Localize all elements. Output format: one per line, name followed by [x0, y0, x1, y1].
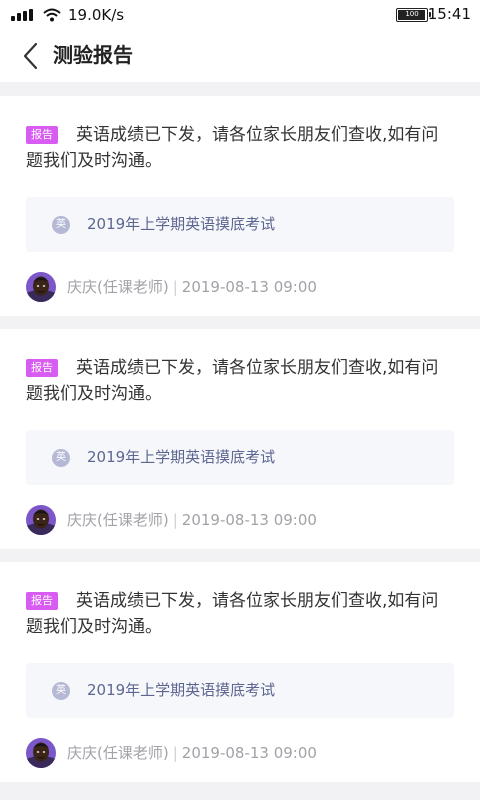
teacher-name: 庆庆(任课老师) [67, 511, 169, 529]
report-feed: 报告 英语成绩已下发，请各位家长朋友们查收,如有问题我们及时沟通。 英 2019年… [0, 96, 480, 795]
post-datetime: 2019-08-13 09:00 [181, 511, 317, 529]
teacher-name: 庆庆(任课老师) [67, 744, 169, 762]
teacher-avatar[interactable] [26, 272, 56, 302]
teacher-name: 庆庆(任课老师) [67, 278, 169, 296]
navigation-bar: 测验报告 [0, 30, 480, 82]
exam-title: 2019年上学期英语摸底考试 [87, 681, 276, 699]
subject-badge: 英 [52, 682, 70, 700]
post-datetime: 2019-08-13 09:00 [181, 278, 317, 296]
report-tag: 报告 [26, 359, 58, 377]
exam-link[interactable]: 英 2019年上学期英语摸底考试 [26, 663, 454, 718]
meta-separator: | [172, 744, 178, 762]
signal-icon [11, 9, 33, 21]
report-card: 报告 英语成绩已下发，请各位家长朋友们查收,如有问题我们及时沟通。 英 2019年… [0, 329, 480, 549]
meta-text: 庆庆(任课老师) | 2019-08-13 09:00 [67, 277, 317, 297]
battery-icon: 100 [396, 8, 431, 22]
chevron-left-icon [23, 42, 38, 70]
wifi-icon [43, 8, 61, 22]
clock: 15:41 [427, 5, 471, 23]
meta-text: 庆庆(任课老师) | 2019-08-13 09:00 [67, 743, 317, 763]
report-message: 报告 英语成绩已下发，请各位家长朋友们查收,如有问题我们及时沟通。 [26, 588, 454, 640]
meta-text: 庆庆(任课老师) | 2019-08-13 09:00 [67, 510, 317, 530]
message-text: 英语成绩已下发，请各位家长朋友们查收,如有问题我们及时沟通。 [26, 125, 439, 171]
teacher-meta: 庆庆(任课老师) | 2019-08-13 09:00 [26, 272, 454, 304]
report-card: 报告 英语成绩已下发，请各位家长朋友们查收,如有问题我们及时沟通。 英 2019年… [0, 96, 480, 316]
post-datetime: 2019-08-13 09:00 [181, 744, 317, 762]
network-speed: 19.0K/s [68, 6, 125, 24]
message-text: 英语成绩已下发，请各位家长朋友们查收,如有问题我们及时沟通。 [26, 358, 439, 404]
exam-link[interactable]: 英 2019年上学期英语摸底考试 [26, 430, 454, 485]
meta-separator: | [172, 511, 178, 529]
subject-badge: 英 [52, 216, 70, 234]
exam-title: 2019年上学期英语摸底考试 [87, 215, 276, 233]
exam-title: 2019年上学期英语摸底考试 [87, 448, 276, 466]
back-button[interactable] [14, 36, 54, 76]
teacher-avatar[interactable] [26, 738, 56, 768]
report-card: 报告 英语成绩已下发，请各位家长朋友们查收,如有问题我们及时沟通。 英 2019年… [0, 562, 480, 782]
report-tag: 报告 [26, 592, 58, 610]
battery-level: 100 [405, 10, 419, 18]
report-message: 报告 英语成绩已下发，请各位家长朋友们查收,如有问题我们及时沟通。 [26, 355, 454, 407]
report-tag: 报告 [26, 126, 58, 144]
subject-badge: 英 [52, 449, 70, 467]
page-title: 测验报告 [53, 43, 133, 67]
meta-separator: | [172, 278, 178, 296]
message-text: 英语成绩已下发，请各位家长朋友们查收,如有问题我们及时沟通。 [26, 591, 439, 637]
teacher-meta: 庆庆(任课老师) | 2019-08-13 09:00 [26, 738, 454, 770]
teacher-meta: 庆庆(任课老师) | 2019-08-13 09:00 [26, 505, 454, 537]
report-message: 报告 英语成绩已下发，请各位家长朋友们查收,如有问题我们及时沟通。 [26, 122, 454, 174]
status-bar: 19.0K/s 100 15:41 [0, 0, 480, 30]
teacher-avatar[interactable] [26, 505, 56, 535]
exam-link[interactable]: 英 2019年上学期英语摸底考试 [26, 197, 454, 252]
